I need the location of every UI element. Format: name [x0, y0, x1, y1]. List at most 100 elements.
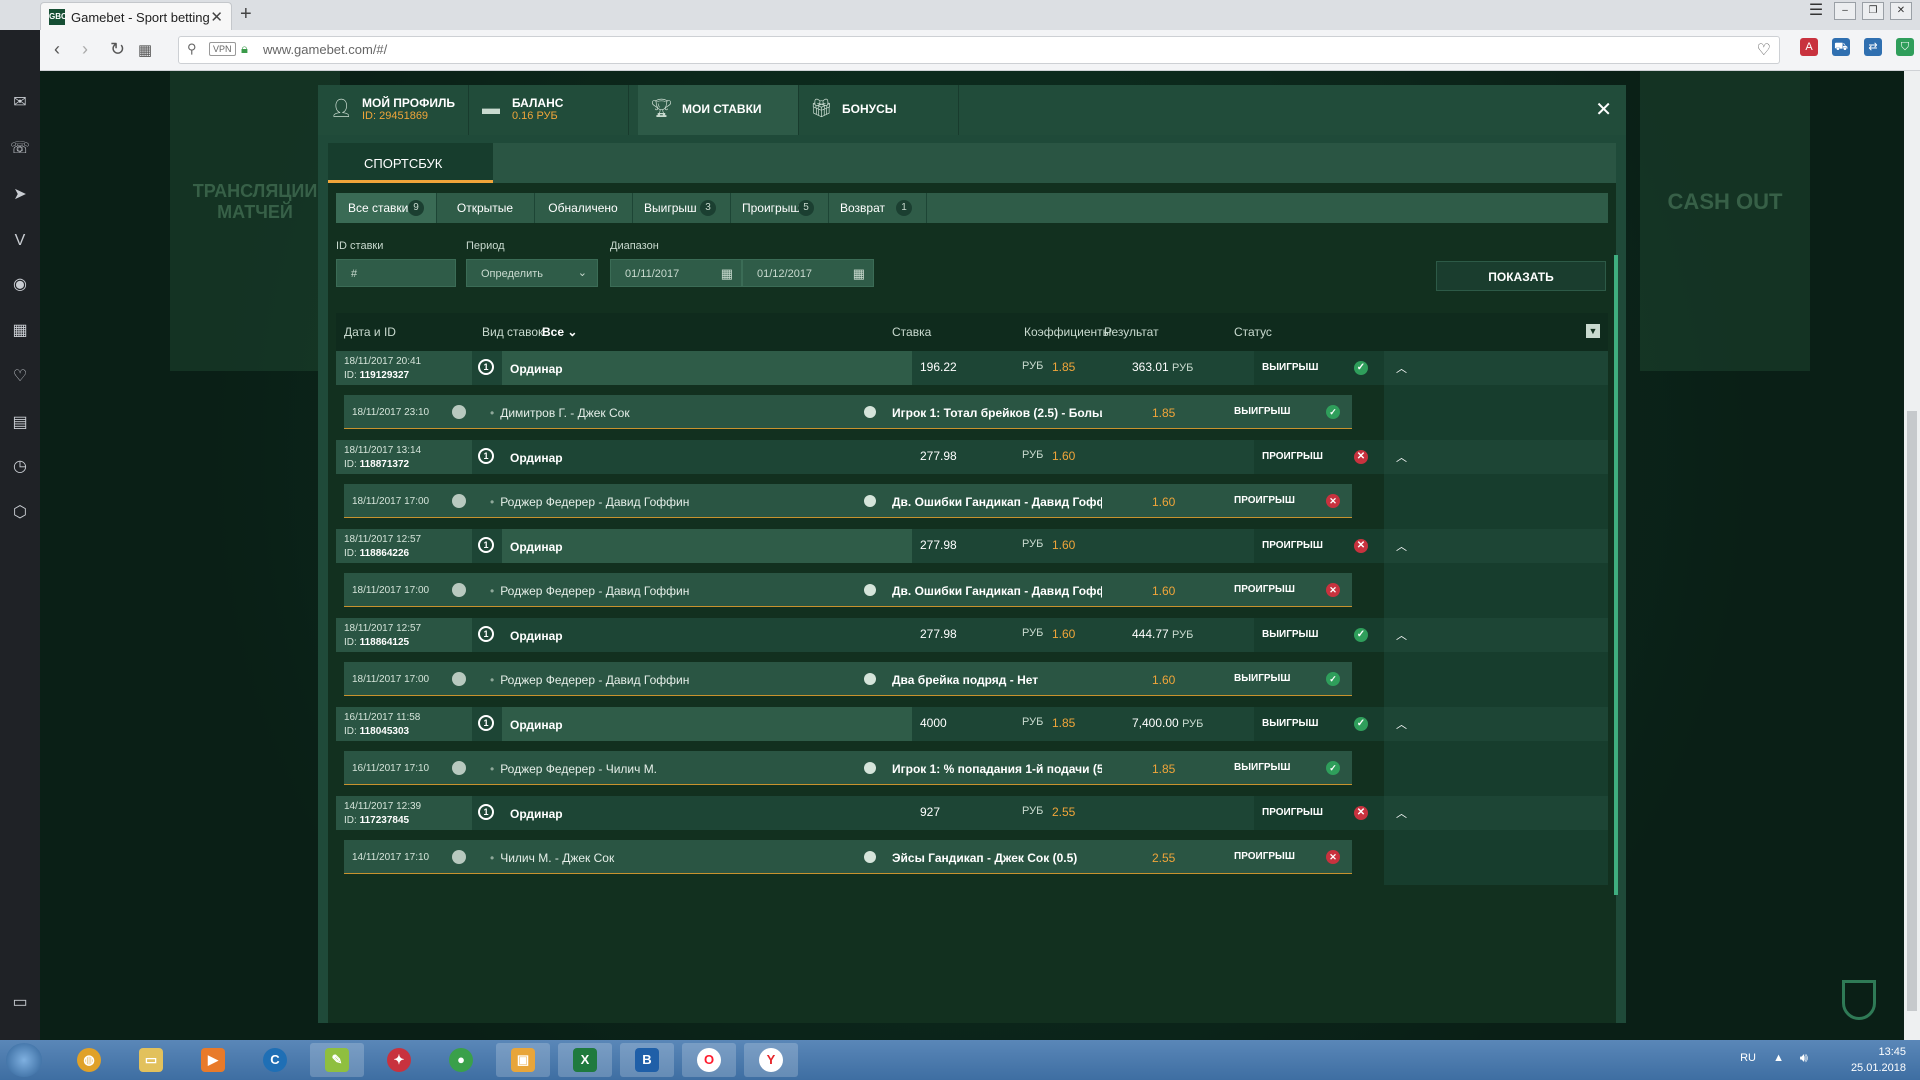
- chevron-up-icon[interactable]: ︿: [1396, 538, 1407, 554]
- filter-tab[interactable]: Обналичено: [534, 193, 633, 223]
- vk-icon[interactable]: V: [9, 230, 31, 252]
- filter-tab[interactable]: Открытые: [436, 193, 535, 223]
- media-player-app-icon[interactable]: ▶: [186, 1043, 240, 1077]
- date-to-input[interactable]: 01/12/2017 ▦: [742, 259, 874, 287]
- bet-result: 363.01 РУБ: [1132, 360, 1193, 374]
- yandex-app-icon[interactable]: Y: [744, 1043, 798, 1077]
- ccleaner-app-icon[interactable]: C: [248, 1043, 302, 1077]
- close-icon[interactable]: ✕: [1595, 97, 1612, 122]
- opera-app-icon[interactable]: O: [682, 1043, 736, 1077]
- cart-icon[interactable]: ⛟: [1832, 38, 1850, 56]
- info-icon[interactable]: [864, 406, 876, 418]
- table-row[interactable]: 14/11/2017 12:39 ID: 117237845 1 Ординар 927…: [336, 796, 1608, 830]
- back-icon[interactable]: ‹: [54, 39, 60, 60]
- table-row[interactable]: 18/11/2017 13:14 ID: 118871372 1 Ординар 277…: [336, 440, 1608, 474]
- tab-my-bets[interactable]: 🏆︎ МОИ СТАВКИ: [638, 85, 799, 135]
- chevron-up-icon[interactable]: ︿: [1396, 449, 1407, 465]
- support-shield-icon[interactable]: [1842, 980, 1876, 1020]
- game-app-icon[interactable]: ✦: [372, 1043, 426, 1077]
- sidebar-toggle-icon[interactable]: ▭: [9, 992, 31, 1014]
- chrome-app-icon[interactable]: ◍: [62, 1043, 116, 1077]
- minimize-icon[interactable]: –: [1834, 2, 1856, 20]
- history-icon[interactable]: ◷: [9, 456, 31, 478]
- volume-icon[interactable]: 🔊︎: [1800, 1050, 1808, 1066]
- b-app-icon[interactable]: B: [620, 1043, 674, 1077]
- tray-arrow-icon[interactable]: ▲: [1773, 1052, 1784, 1064]
- bet-date: 16/11/2017 11:58: [344, 712, 421, 723]
- opera-sidebar: ✉ ☏ ➤ V ◉ ▦ ♡ ▤ ◷ ⬡ ▭: [0, 0, 40, 1040]
- range-label: Диапазон: [610, 240, 659, 252]
- table-row[interactable]: 16/11/2017 11:58 ID: 118045303 1 Ординар 400…: [336, 707, 1608, 741]
- reload-icon[interactable]: ↻: [110, 39, 125, 60]
- calendar-icon[interactable]: ▦: [853, 266, 865, 282]
- telegram-icon[interactable]: ➤: [9, 184, 31, 206]
- outlook-app-icon[interactable]: ▣: [496, 1043, 550, 1077]
- new-tab-icon[interactable]: +: [240, 3, 252, 26]
- info-icon[interactable]: [864, 584, 876, 596]
- date-from-input[interactable]: 01/11/2017 ▦: [610, 259, 742, 287]
- excel-app-icon[interactable]: X: [558, 1043, 612, 1077]
- tabs-grid-icon[interactable]: ▦: [138, 41, 152, 59]
- show-button[interactable]: ПОКАЗАТЬ: [1436, 261, 1606, 291]
- filter-tab[interactable]: Возврат 1: [828, 193, 927, 223]
- chevron-up-icon[interactable]: ︿: [1396, 805, 1407, 821]
- close-window-icon[interactable]: ✕: [1890, 2, 1912, 20]
- chevron-up-icon[interactable]: ︿: [1396, 627, 1407, 643]
- info-icon[interactable]: [864, 851, 876, 863]
- notepad-app-icon[interactable]: ✎: [310, 1043, 364, 1077]
- bookmark-heart-icon[interactable]: ♡: [1757, 40, 1771, 60]
- info-icon[interactable]: [864, 495, 876, 507]
- table-row[interactable]: 18/11/2017 20:41 ID: 119129327 1 Ординар 196…: [336, 351, 1608, 385]
- adblock-icon[interactable]: A: [1800, 38, 1818, 56]
- table-row[interactable]: 18/11/2017 12:57 ID: 118864125 1 Ординар 277…: [336, 618, 1608, 652]
- bet-stake: 277.98: [920, 627, 957, 641]
- tab-balance[interactable]: ▬ БАЛАНС 0.16 РУБ: [468, 85, 629, 135]
- filter-tab-count: 1: [896, 200, 912, 216]
- ball-app-icon[interactable]: ●: [434, 1043, 488, 1077]
- tab-bonuses[interactable]: 🎁︎ БОНУСЫ: [798, 85, 959, 135]
- vpn-badge[interactable]: VPN: [209, 42, 236, 56]
- modal-scrollbar[interactable]: [1614, 255, 1618, 895]
- bet-id: ID: 118871372: [344, 459, 409, 470]
- whatsapp-icon[interactable]: ☏: [9, 138, 31, 160]
- clock-time[interactable]: 13:45: [1826, 1046, 1906, 1058]
- chevron-up-icon[interactable]: ︿: [1396, 360, 1407, 376]
- period-select[interactable]: Определить ⌄: [466, 259, 598, 287]
- chevron-up-icon[interactable]: ︿: [1396, 716, 1407, 732]
- restore-icon[interactable]: ❐: [1862, 2, 1884, 20]
- calendar-icon[interactable]: ▦: [721, 266, 733, 282]
- forward-icon[interactable]: ›: [82, 39, 88, 60]
- filter-tab[interactable]: Все ставки 9: [336, 193, 437, 223]
- scrollbar-thumb[interactable]: [1907, 411, 1917, 1011]
- page-scrollbar[interactable]: [1904, 71, 1920, 1040]
- extensions-icon[interactable]: ⬡: [9, 502, 31, 524]
- heart-icon[interactable]: ♡: [9, 366, 31, 388]
- collapse-all-icon[interactable]: ▼: [1586, 324, 1600, 338]
- tab-menu-icon[interactable]: ☰: [1804, 3, 1828, 19]
- translate-icon[interactable]: ⇄: [1864, 38, 1882, 56]
- bet-type-filter[interactable]: Все ⌄: [542, 325, 577, 339]
- bet-kind-label: Ординар: [510, 629, 563, 643]
- filter-tab[interactable]: Проигрыш 5: [730, 193, 829, 223]
- info-icon[interactable]: [864, 673, 876, 685]
- speed-dial-icon[interactable]: ▦: [9, 320, 31, 342]
- market-name: Дв. Ошибки Гандикап - Давид Гоффин (-...: [892, 584, 1102, 598]
- news-icon[interactable]: ▤: [9, 412, 31, 434]
- messenger-icon[interactable]: ✉: [9, 92, 31, 114]
- browser-tab[interactable]: GBC Gamebet - Sport betting ✕: [40, 2, 232, 31]
- url-field[interactable]: ⚲ VPN 🔒︎ www.gamebet.com/#/ ♡: [178, 36, 1780, 64]
- filter-tab[interactable]: Выигрыш 3: [632, 193, 731, 223]
- tab-sportsbook[interactable]: СПОРТСБУК: [328, 143, 493, 183]
- shield-ext-icon[interactable]: ⛉: [1896, 38, 1914, 56]
- bet-id-input[interactable]: #: [336, 259, 456, 287]
- info-icon[interactable]: [864, 762, 876, 774]
- explorer-app-icon[interactable]: ▭: [124, 1043, 178, 1077]
- start-button[interactable]: [6, 1043, 42, 1077]
- tab-my-profile[interactable]: 👤︎ МОЙ ПРОФИЛЬ ID: 29451869: [318, 85, 469, 135]
- language-indicator[interactable]: RU: [1740, 1052, 1756, 1064]
- camera-icon[interactable]: ◉: [9, 274, 31, 296]
- cross-icon: ✕: [1326, 583, 1340, 597]
- tab-close-icon[interactable]: ✕: [210, 8, 223, 26]
- table-row[interactable]: 18/11/2017 12:57 ID: 118864226 1 Ординар 277…: [336, 529, 1608, 563]
- clock-date[interactable]: 25.01.2018: [1826, 1062, 1906, 1074]
